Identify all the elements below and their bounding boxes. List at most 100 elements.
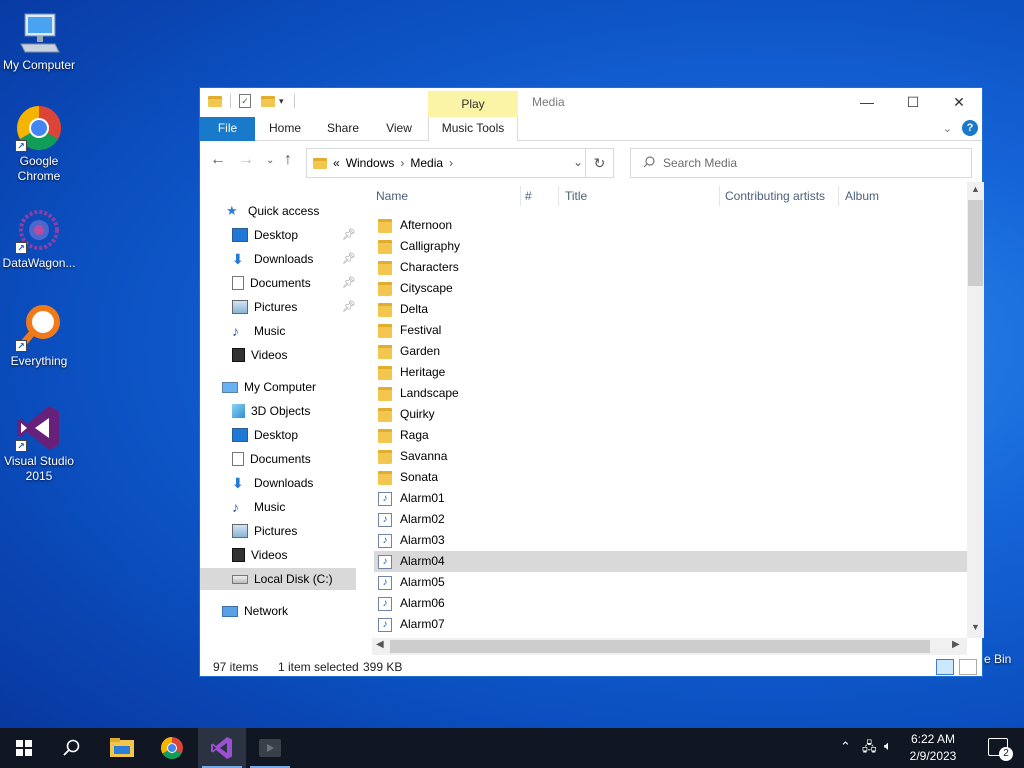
refresh-icon[interactable]: ↻ (585, 149, 613, 177)
column-header-number[interactable]: # (525, 182, 532, 210)
help-icon[interactable]: ? (962, 120, 978, 136)
column-divider[interactable] (719, 186, 720, 206)
desktop-icon-visual-studio[interactable]: ↗ Visual Studio 2015 (0, 404, 78, 484)
recent-locations-icon[interactable]: ⌄ (266, 155, 274, 166)
file-row[interactable]: Calligraphy (374, 236, 967, 257)
file-row[interactable]: Characters (374, 257, 967, 278)
file-row[interactable]: Landscape (374, 383, 967, 404)
volume-icon[interactable]: 🔈︎ (884, 738, 892, 754)
column-divider[interactable] (520, 186, 521, 206)
nav-pc-documents[interactable]: Documents (200, 448, 356, 470)
show-hidden-icons-icon[interactable]: ⌃ (840, 739, 851, 755)
chevron-right-icon[interactable]: › (400, 156, 404, 170)
file-row[interactable]: Afternoon (374, 215, 967, 236)
scroll-thumb[interactable] (968, 200, 983, 286)
nav-this-pc[interactable]: My Computer (200, 376, 356, 398)
new-folder-icon[interactable] (261, 95, 275, 107)
breadcrumb-media[interactable]: Media (410, 156, 443, 170)
clock[interactable]: 6:22 AM 2/9/2023 (898, 731, 968, 765)
file-row[interactable]: ♪ Alarm05 (374, 572, 967, 593)
column-divider[interactable] (558, 186, 559, 206)
nav-qa-videos[interactable]: Videos (200, 344, 356, 366)
nav-qa-downloads[interactable]: ⬇ Downloads 📌︎ (200, 248, 356, 270)
customize-toolbar-icon[interactable]: ▾ (279, 96, 284, 107)
start-button[interactable] (0, 728, 48, 768)
network-icon[interactable]: 🖧︎ (862, 738, 877, 760)
search-input[interactable]: Search Media (630, 148, 972, 178)
column-header-name[interactable]: Name (376, 182, 408, 210)
vertical-scrollbar[interactable]: ▲ ▼ (967, 182, 984, 638)
recycle-bin-label[interactable]: e Bin (984, 652, 1011, 666)
file-row[interactable]: Quirky (374, 404, 967, 425)
desktop-icon-everything[interactable]: ↗ Everything (0, 304, 78, 369)
file-row[interactable]: ♪ Alarm03 (374, 530, 967, 551)
desktop-icon-datawagon[interactable]: ↗ DataWagon... (0, 206, 78, 271)
nav-network[interactable]: Network (200, 600, 356, 622)
minimize-button[interactable]: — (844, 88, 890, 117)
nav-pc-videos[interactable]: Videos (200, 544, 356, 566)
scroll-down-icon[interactable]: ▼ (967, 622, 984, 632)
taskbar-search-button[interactable] (48, 728, 96, 768)
tab-view[interactable]: View (376, 117, 422, 141)
details-view-icon[interactable] (936, 659, 954, 675)
horizontal-scrollbar[interactable]: ◀ ▶ (372, 638, 967, 655)
file-row[interactable]: ♪ Alarm04 (374, 551, 967, 572)
file-row[interactable]: ♪ Alarm07 (374, 614, 967, 635)
maximize-button[interactable]: ☐ (890, 88, 936, 117)
nav-pc-downloads[interactable]: ⬇ Downloads (200, 472, 356, 494)
large-icons-view-icon[interactable] (959, 659, 977, 675)
breadcrumb-windows[interactable]: Windows (346, 156, 395, 170)
scroll-up-icon[interactable]: ▲ (967, 184, 984, 194)
tab-home[interactable]: Home (260, 117, 310, 141)
desktop-icon-my-computer[interactable]: My Computer (0, 8, 78, 73)
desktop-icon-google-chrome[interactable]: ↗ Google Chrome (0, 104, 78, 184)
file-row[interactable]: Festival (374, 320, 967, 341)
file-row[interactable]: Cityscape (374, 278, 967, 299)
nav-quick-access[interactable]: ★ Quick access (200, 200, 356, 222)
chevron-right-icon[interactable]: › (449, 156, 453, 170)
file-row[interactable]: Raga (374, 425, 967, 446)
file-row[interactable]: Delta (374, 299, 967, 320)
pin-icon[interactable]: 📌︎ (342, 296, 356, 318)
nav-pc-local-disk[interactable]: Local Disk (C:) (200, 568, 356, 590)
column-header-contributing-artists[interactable]: Contributing artists (725, 182, 825, 210)
nav-pc-3d-objects[interactable]: 3D Objects (200, 400, 356, 422)
taskbar-chrome[interactable] (148, 728, 196, 768)
scroll-left-icon[interactable]: ◀ (376, 639, 384, 650)
column-divider[interactable] (838, 186, 839, 206)
nav-pc-desktop[interactable]: Desktop (200, 424, 356, 446)
tab-share[interactable]: Share (318, 117, 368, 141)
file-row[interactable]: Savanna (374, 446, 967, 467)
tab-file[interactable]: File (200, 117, 255, 141)
up-arrow-icon[interactable]: ↑ (284, 151, 292, 169)
close-button[interactable]: ✕ (936, 88, 982, 117)
file-row[interactable]: ♪ Alarm06 (374, 593, 967, 614)
properties-icon[interactable]: ✓ (239, 94, 251, 108)
address-overflow[interactable]: « (333, 156, 340, 170)
nav-qa-pictures[interactable]: Pictures 📌︎ (200, 296, 356, 318)
scroll-thumb[interactable] (390, 640, 930, 653)
expand-ribbon-icon[interactable]: ⌄ (943, 122, 952, 135)
nav-pc-music[interactable]: ♪ Music (200, 496, 356, 518)
nav-qa-music[interactable]: ♪ Music (200, 320, 356, 342)
pin-icon[interactable]: 📌︎ (342, 224, 356, 246)
column-header-title[interactable]: Title (565, 182, 587, 210)
file-row[interactable]: ♪ Alarm01 (374, 488, 967, 509)
taskbar-media-player[interactable] (246, 728, 294, 768)
nav-qa-documents[interactable]: Documents 📌︎ (200, 272, 356, 294)
file-row[interactable]: ♪ Alarm02 (374, 509, 967, 530)
tab-music-tools[interactable]: Music Tools (428, 117, 518, 141)
column-header-album[interactable]: Album (845, 182, 879, 210)
taskbar-file-explorer[interactable] (98, 728, 146, 768)
scroll-right-icon[interactable]: ▶ (952, 639, 960, 650)
pin-icon[interactable]: 📌︎ (342, 248, 356, 270)
nav-qa-desktop[interactable]: Desktop 📌︎ (200, 224, 356, 246)
nav-pc-pictures[interactable]: Pictures (200, 520, 356, 542)
file-row[interactable]: Garden (374, 341, 967, 362)
taskbar-visual-studio[interactable] (198, 728, 246, 768)
back-arrow-icon[interactable]: ← (210, 151, 226, 169)
pin-icon[interactable]: 📌︎ (342, 272, 356, 294)
file-row[interactable]: Heritage (374, 362, 967, 383)
file-row[interactable]: Sonata (374, 467, 967, 488)
notification-center-icon[interactable]: 2 (988, 738, 1013, 761)
